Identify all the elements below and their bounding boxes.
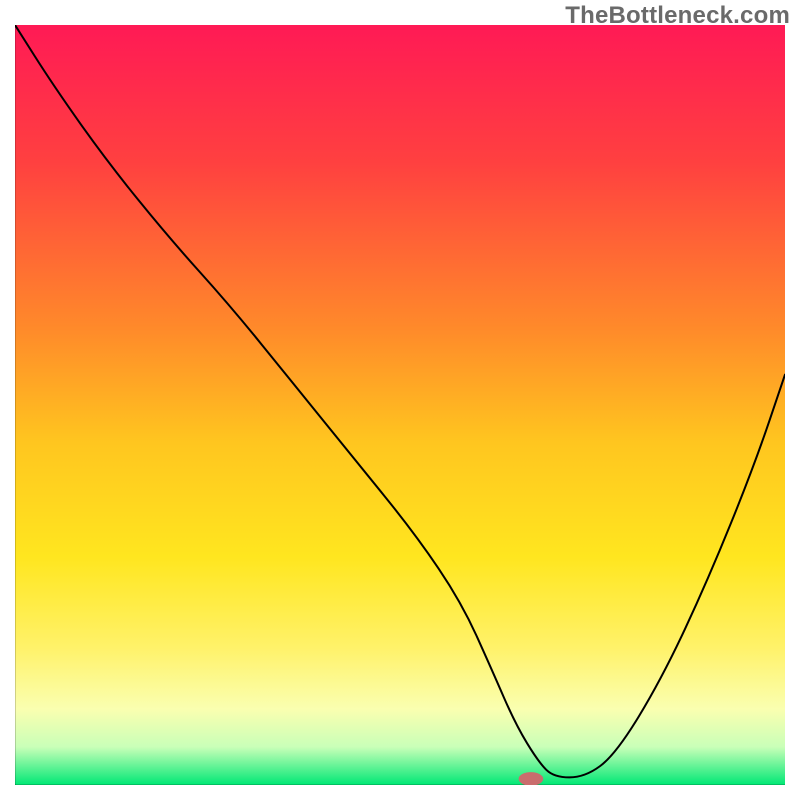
bottleneck-chart <box>15 25 785 785</box>
chart-background <box>15 25 785 785</box>
watermark-text: TheBottleneck.com <box>565 2 790 30</box>
chart-container: TheBottleneck.com <box>0 0 800 800</box>
